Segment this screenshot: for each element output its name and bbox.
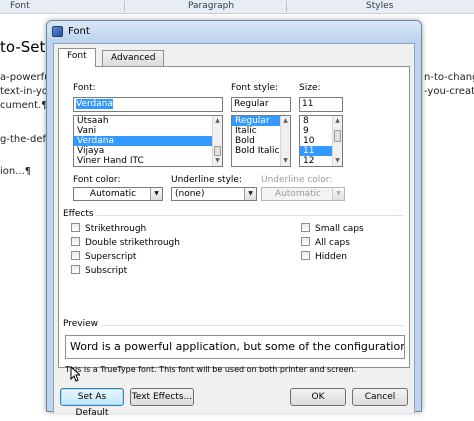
font-color-label: Font color: bbox=[73, 175, 121, 185]
ribbon-font-label: Font bbox=[10, 1, 30, 11]
text-effects-button[interactable]: Text Effects... bbox=[130, 388, 194, 406]
font-name-value: Verdana bbox=[76, 99, 113, 109]
document-line: n-to-change- bbox=[424, 72, 474, 83]
underline-color-dropdown: Automatic ▼ bbox=[261, 187, 345, 201]
document-title-fragment: to-Set- bbox=[0, 38, 51, 56]
tab-advanced-label: Advanced bbox=[111, 53, 156, 63]
set-as-default-button[interactable]: Set As Default bbox=[60, 388, 124, 418]
small-caps-checkbox[interactable]: Small caps bbox=[301, 223, 364, 234]
ok-button[interactable]: OK bbox=[290, 388, 346, 406]
size-list-scrollbar[interactable]: ▲ ▼ bbox=[332, 116, 342, 166]
dialog-title: Font bbox=[68, 26, 90, 37]
all-caps-checkbox[interactable]: All caps bbox=[301, 237, 350, 248]
underline-style-label: Underline style: bbox=[171, 175, 242, 185]
preview-divider bbox=[101, 325, 403, 326]
tab-font[interactable]: Font bbox=[58, 48, 96, 67]
chevron-down-icon: ▼ bbox=[332, 188, 344, 200]
checkbox-label: Hidden bbox=[315, 252, 347, 262]
hidden-checkbox[interactable]: Hidden bbox=[301, 251, 347, 262]
size-input[interactable]: 11 bbox=[299, 97, 343, 112]
font-list-scrollbar[interactable]: ▲ ▼ bbox=[212, 116, 222, 166]
font-color-dropdown[interactable]: Automatic ▼ bbox=[73, 187, 163, 201]
checkbox-label: Superscript bbox=[85, 252, 137, 262]
ribbon-styles-label: Styles bbox=[366, 1, 394, 11]
scroll-up-icon[interactable]: ▲ bbox=[213, 116, 222, 126]
scroll-down-icon[interactable]: ▼ bbox=[333, 156, 342, 166]
font-tab-panel: Font: Verdana Utsaah Vani Verdana Vijaya… bbox=[58, 66, 410, 374]
list-item[interactable]: Vani bbox=[74, 126, 222, 136]
ribbon-separator bbox=[286, 1, 287, 12]
font-style-scrollbar[interactable]: ▲ ▼ bbox=[280, 116, 290, 166]
dialog-client-area: Font Advanced Font: Verdana Utsaah Vani … bbox=[53, 43, 415, 418]
font-style-list[interactable]: Regular Italic Bold Bold Italic ▲ ▼ bbox=[231, 115, 291, 167]
truetype-note: This is a TrueType font. This font will … bbox=[65, 365, 357, 374]
scroll-thumb[interactable] bbox=[214, 146, 221, 156]
scroll-down-icon[interactable]: ▼ bbox=[213, 156, 222, 166]
mouse-pointer-icon bbox=[70, 366, 80, 382]
subscript-checkbox[interactable]: Subscript bbox=[71, 265, 127, 276]
scroll-thumb[interactable] bbox=[334, 130, 341, 142]
list-item[interactable]: Vijaya bbox=[74, 146, 222, 156]
checkbox-box bbox=[71, 237, 80, 246]
chevron-down-icon: ▼ bbox=[244, 188, 256, 200]
checkbox-box bbox=[71, 251, 80, 260]
list-item[interactable]: Viner Hand ITC bbox=[74, 156, 222, 166]
underline-style-value: (none) bbox=[175, 189, 205, 199]
word-app-icon bbox=[52, 26, 63, 37]
underline-color-label: Underline color: bbox=[261, 175, 333, 185]
double-strikethrough-checkbox[interactable]: Double strikethrough bbox=[71, 237, 180, 248]
superscript-checkbox[interactable]: Superscript bbox=[71, 251, 136, 262]
checkbox-box bbox=[301, 237, 310, 246]
checkbox-label: Strikethrough bbox=[85, 224, 147, 234]
document-line: -you-create bbox=[424, 86, 474, 97]
dialog-titlebar[interactable]: Font bbox=[47, 21, 421, 43]
size-list[interactable]: 8 9 10 11 12 ▲ ▼ bbox=[299, 115, 343, 167]
tab-advanced[interactable]: Advanced bbox=[102, 50, 165, 66]
size-label: Size: bbox=[299, 83, 321, 93]
font-preview-box: Word is a powerful application, but some… bbox=[65, 335, 405, 359]
scroll-up-icon[interactable]: ▲ bbox=[333, 116, 342, 126]
checkbox-label: Small caps bbox=[315, 224, 364, 234]
strikethrough-checkbox[interactable]: Strikethrough bbox=[71, 223, 146, 234]
document-line: g-the-defa bbox=[0, 134, 53, 145]
ribbon-separator bbox=[124, 1, 125, 12]
effects-label: Effects bbox=[63, 209, 94, 219]
checkbox-label: Subscript bbox=[85, 266, 128, 276]
list-item[interactable]: Utsaah bbox=[74, 116, 222, 126]
underline-style-dropdown[interactable]: (none) ▼ bbox=[171, 187, 257, 201]
font-style-input[interactable]: Regular bbox=[231, 97, 291, 112]
font-dialog: Font Font Advanced Font: Verdana Utsaah … bbox=[46, 20, 422, 418]
chevron-down-icon: ▼ bbox=[150, 188, 162, 200]
checkbox-box bbox=[71, 223, 80, 232]
scroll-up-icon[interactable]: ▲ bbox=[281, 116, 290, 126]
font-style-label: Font style: bbox=[231, 83, 279, 93]
font-name-input[interactable]: Verdana bbox=[73, 97, 223, 112]
tab-font-label: Font bbox=[67, 51, 87, 61]
document-line: cument.¶ bbox=[0, 100, 48, 111]
checkbox-label: Double strikethrough bbox=[85, 238, 180, 248]
checkbox-box bbox=[71, 265, 80, 274]
document-line: ion...¶ bbox=[0, 166, 32, 177]
ribbon-group-labels: Font Paragraph Styles bbox=[0, 0, 474, 14]
checkbox-label: All caps bbox=[315, 238, 350, 248]
effects-divider bbox=[97, 215, 403, 216]
list-item[interactable]: Verdana bbox=[74, 136, 222, 146]
preview-label: Preview bbox=[63, 319, 99, 329]
font-label: Font: bbox=[73, 83, 96, 93]
underline-color-value: Automatic bbox=[274, 189, 322, 199]
ribbon-paragraph-label: Paragraph bbox=[188, 1, 235, 11]
scroll-down-icon[interactable]: ▼ bbox=[281, 156, 290, 166]
font-color-value: Automatic bbox=[89, 189, 137, 199]
checkbox-box bbox=[301, 223, 310, 232]
cancel-button[interactable]: Cancel bbox=[352, 388, 408, 406]
font-name-list[interactable]: Utsaah Vani Verdana Vijaya Viner Hand IT… bbox=[73, 115, 223, 167]
checkbox-box bbox=[301, 251, 310, 260]
